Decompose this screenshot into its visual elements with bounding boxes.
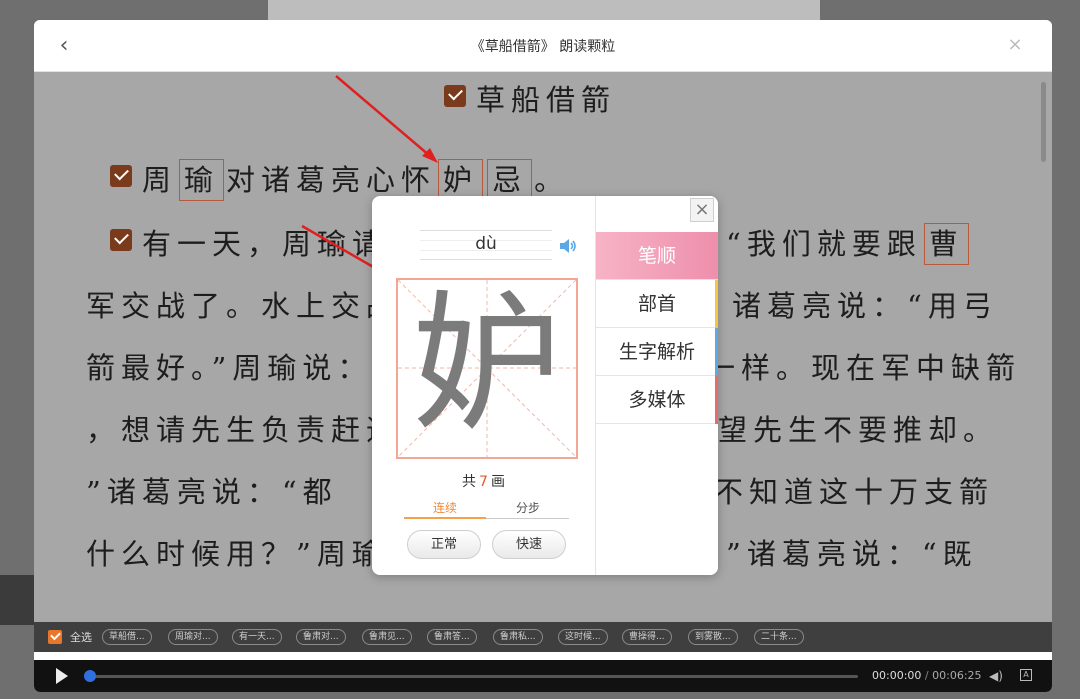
line-1-checkbox[interactable] [110,165,132,187]
menu-side-tab [715,376,718,424]
text-segment: ”诸葛亮说：“都 [86,475,338,509]
highlighted-char[interactable]: 妒 [438,159,484,201]
text-segment: 箭最好。”周瑜说： [86,351,373,385]
text-segment: 对诸葛亮心怀 [226,163,437,197]
window-title: 《草船借箭》 朗读颗粒 [470,39,616,55]
stroke-suffix: 画 [490,474,505,490]
text-segment: 望先生不要推却。 [718,413,999,447]
text-segment: 一样。现在军中缺箭 [706,351,1022,385]
menu-multimedia[interactable]: 多媒体 [596,376,718,424]
highlighted-char[interactable]: 忌 [487,159,533,201]
popup-menu: 笔顺 部首 生字解析 多媒体 [595,196,718,575]
menu-stroke-order[interactable]: 笔顺 [596,232,718,280]
text-line-5: ，想请先生负责赶造 [86,408,401,452]
tab-continuous[interactable]: 连续 [404,499,486,516]
text-title-line[interactable]: 草船借箭 [444,78,616,122]
text-line-6-right: 不知道这十万支箭 [714,470,994,514]
text-segment: 。 [534,163,570,197]
speaker-icon[interactable] [558,236,578,256]
audio-player: 00:00:00 / 00:06:25 ◀) A [34,660,1052,692]
menu-label: 生字解析 [618,341,695,363]
title-checkbox[interactable] [444,85,466,107]
text-segment: ，想请先生负责赶造 [86,413,402,447]
sentence-chip[interactable]: 鲁肃私... [493,629,543,645]
sentence-chip-bar: 全选 草船借... 周瑜对... 有一天... 鲁肃对... 鲁肃见... 鲁肃… [34,622,1052,652]
text-line-4-right: 一样。现在军中缺箭 [706,346,1021,390]
text-segment: “我们就要跟 [726,227,922,261]
text-line-2-right: “我们就要跟曹 [726,222,971,266]
menu-label: 多媒体 [628,389,686,411]
play-icon[interactable] [56,668,68,684]
text-line-5-right: 望先生不要推却。 [718,408,998,452]
pinyin: dù [475,234,497,254]
sentence-chip[interactable]: 鲁肃见... [362,629,412,645]
text-segment: 什么时候用？”周瑜 [86,537,387,571]
stroke-number: 7 [479,474,488,490]
scrollbar-thumb[interactable] [1041,82,1046,162]
popup-close-button[interactable]: × [690,198,714,222]
character-grid[interactable]: 妒 [396,278,578,459]
sentence-chip[interactable]: 鲁肃答... [427,629,477,645]
text-title: 草船借箭 [476,83,617,117]
highlighted-char[interactable]: 曹 [923,223,969,265]
text-line-6: ”诸葛亮说：“都 [86,470,338,514]
stroke-order-panel: dù 妒 共7画 连续 分步 正常 快速 [372,196,595,575]
text-segment: 诸葛亮说：“用弓 [732,289,998,323]
close-button[interactable]: × [1004,34,1026,56]
time-display: 00:00:00 / 00:06:25 [872,669,982,682]
text-line-7-right: ”诸葛亮说：“既 [726,532,978,576]
line-2-checkbox[interactable] [110,229,132,251]
select-all-label[interactable]: 全选 [70,629,92,645]
sentence-chip[interactable]: 鲁肃对... [296,629,346,645]
select-all-checkbox[interactable] [48,630,62,644]
tab-underline [404,517,486,519]
stroke-prefix: 共 [462,474,477,490]
menu-side-tab [715,280,718,328]
time-separator: / [924,669,929,682]
menu-side-tab [715,328,718,376]
sentence-chip[interactable]: 草船借... [102,629,152,645]
character-popup: dù 妒 共7画 连续 分步 正常 快速 笔顺 部首 生字解析 多媒体 × [372,196,718,575]
normal-speed-button[interactable]: 正常 [407,530,481,559]
background-app-strip [268,0,820,20]
text-line-2[interactable]: 有一天，周瑜请 [110,222,387,266]
text-segment: 周 [142,163,178,197]
total-time: 00:06:25 [932,669,982,682]
text-segment: ”诸葛亮说：“既 [726,537,978,571]
sentence-chip[interactable]: 这时候... [558,629,608,645]
text-segment: 有一天，周瑜请 [142,227,388,261]
text-line-7: 什么时候用？”周瑜 [86,532,387,576]
text-segment: 不知道这十万支箭 [714,475,995,509]
stroke-count: 共7画 [372,471,595,491]
text-line-3-right: 诸葛亮说：“用弓 [732,284,998,328]
sentence-chip[interactable]: 周瑜对... [168,629,218,645]
progress-track[interactable] [84,670,858,682]
text-segment: 军交战了。水上交战 [86,289,402,323]
progress-knob[interactable] [84,670,96,682]
sentence-chip[interactable]: 二十条... [754,629,804,645]
highlighted-char[interactable]: 瑜 [179,159,225,201]
volume-icon[interactable]: ◀) [989,669,1003,683]
text-line-3: 军交战了。水上交战 [86,284,401,328]
fast-speed-button[interactable]: 快速 [492,530,566,559]
background-panel [0,575,34,625]
subtitle-icon[interactable]: A [1020,669,1032,681]
sentence-chip[interactable]: 有一天... [232,629,282,645]
tab-step[interactable]: 分步 [487,499,569,516]
menu-radical[interactable]: 部首 [596,280,718,328]
sentence-chip[interactable]: 曹操得... [622,629,672,645]
current-time: 00:00:00 [872,669,922,682]
sentence-chip[interactable]: 到雾散... [688,629,738,645]
menu-character-analysis[interactable]: 生字解析 [596,328,718,376]
titlebar: ‹ 《草船借箭》 朗读颗粒 × [34,20,1052,72]
text-line-4: 箭最好。”周瑜说： [86,346,372,390]
play-mode-tabs: 连续 分步 [404,499,569,519]
menu-label: 笔顺 [637,245,676,267]
menu-label: 部首 [637,293,676,315]
hanzi-character: 妒 [411,278,562,452]
